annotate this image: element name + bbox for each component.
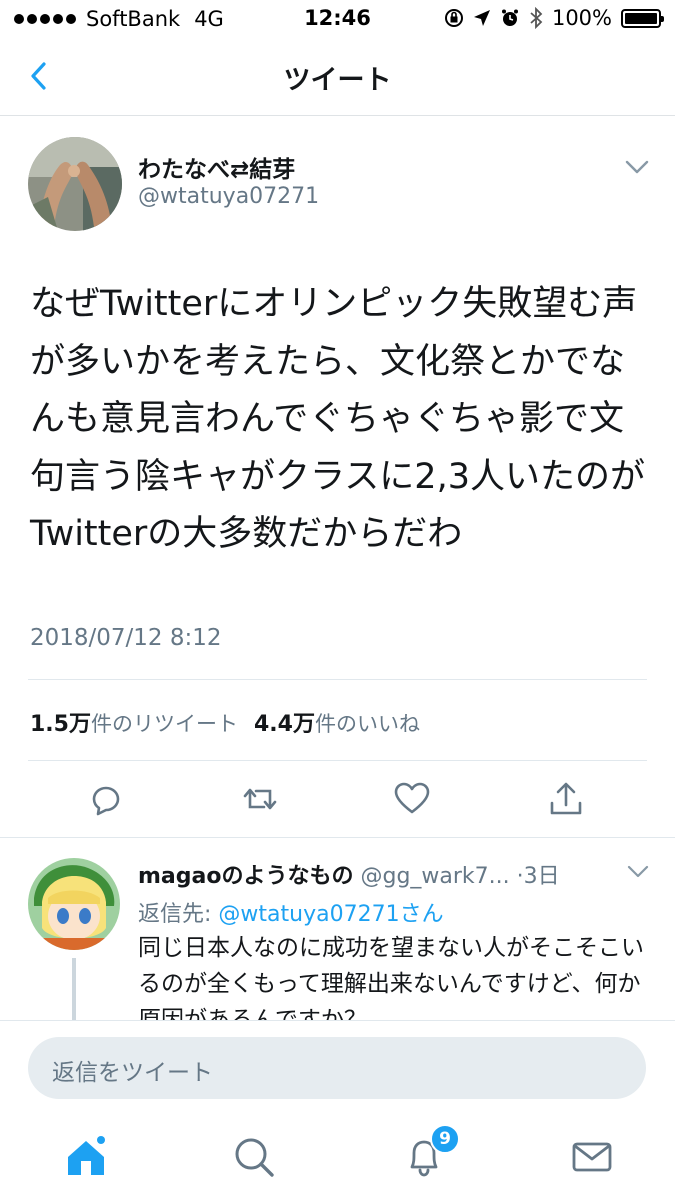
retweet-stat[interactable]: 1.5万件のリツイート	[30, 706, 238, 738]
orientation-lock-icon	[444, 9, 463, 27]
tweet-actions	[0, 775, 675, 825]
author-name[interactable]: わたなべ⇄結芽	[138, 150, 295, 184]
home-icon[interactable]	[64, 1135, 108, 1179]
author-avatar[interactable]	[28, 137, 122, 231]
bluetooth-icon	[530, 7, 543, 29]
status-bar: SoftBank 4G 12:46 100%	[0, 0, 675, 40]
reply-author-handle[interactable]: @gg_wark7...	[360, 864, 509, 889]
reply-to-prefix: 返信先:	[138, 902, 219, 927]
tweet-text: なぜTwitterにオリンピック失敗望む声が多いかを考えたら、文化祭とかでなんも…	[30, 284, 645, 554]
like-count: 4.4万	[253, 712, 315, 737]
battery-percent: 100%	[551, 6, 612, 30]
reply-to-handle-link[interactable]: @wtatuya07271さん	[218, 902, 443, 927]
reply-author-name[interactable]: magaoのようなもの	[138, 864, 353, 889]
like-label: 件のいいね	[314, 712, 420, 736]
location-icon	[473, 10, 490, 26]
notification-badge: 9	[430, 1124, 460, 1154]
nav-bar: ツイート	[0, 40, 675, 116]
retweet-count: 1.5万	[30, 712, 91, 737]
reply-to-line: 返信先: @wtatuya07271さん	[138, 896, 444, 928]
reply-composer-placeholder: 返信をツイート	[52, 1060, 213, 1086]
author-handle[interactable]: @wtatuya07271	[138, 184, 319, 209]
status-right: 100%	[444, 6, 664, 30]
reply-text: 同じ日本人なのに成功を望まない人がそこそこいるのが全くもって理解出来ないんですけ…	[138, 935, 644, 1022]
battery-icon	[621, 8, 664, 28]
messages-envelope-icon[interactable]	[570, 1135, 614, 1179]
like-heart-icon[interactable]	[392, 779, 432, 819]
reply-header: magaoのようなもの @gg_wark7... ·3日	[138, 858, 560, 890]
tweet-timestamp: 2018/07/12 8:12	[30, 625, 222, 651]
share-icon[interactable]	[546, 779, 586, 819]
section-divider	[0, 837, 675, 838]
tweet-stats: 1.5万件のリツイート 4.4万件のいいね	[30, 706, 420, 738]
like-stat[interactable]: 4.4万件のいいね	[254, 706, 420, 738]
retweet-label: 件のリツイート	[90, 712, 238, 736]
divider	[28, 679, 647, 680]
chevron-down-icon[interactable]	[626, 864, 650, 880]
divider	[28, 760, 647, 761]
search-icon[interactable]	[232, 1135, 276, 1179]
reply-avatar[interactable]	[28, 858, 120, 950]
thread-line	[72, 958, 76, 1022]
page-title: ツイート	[283, 65, 392, 96]
reply-age: ·3日	[516, 864, 560, 889]
reply-icon[interactable]	[86, 779, 126, 819]
chevron-down-icon[interactable]	[624, 158, 650, 176]
reply-composer[interactable]: 返信をツイート	[28, 1037, 646, 1099]
alarm-icon	[501, 9, 518, 26]
retweet-icon[interactable]	[240, 779, 280, 819]
bottom-bar: 返信をツイート	[0, 1020, 675, 1200]
